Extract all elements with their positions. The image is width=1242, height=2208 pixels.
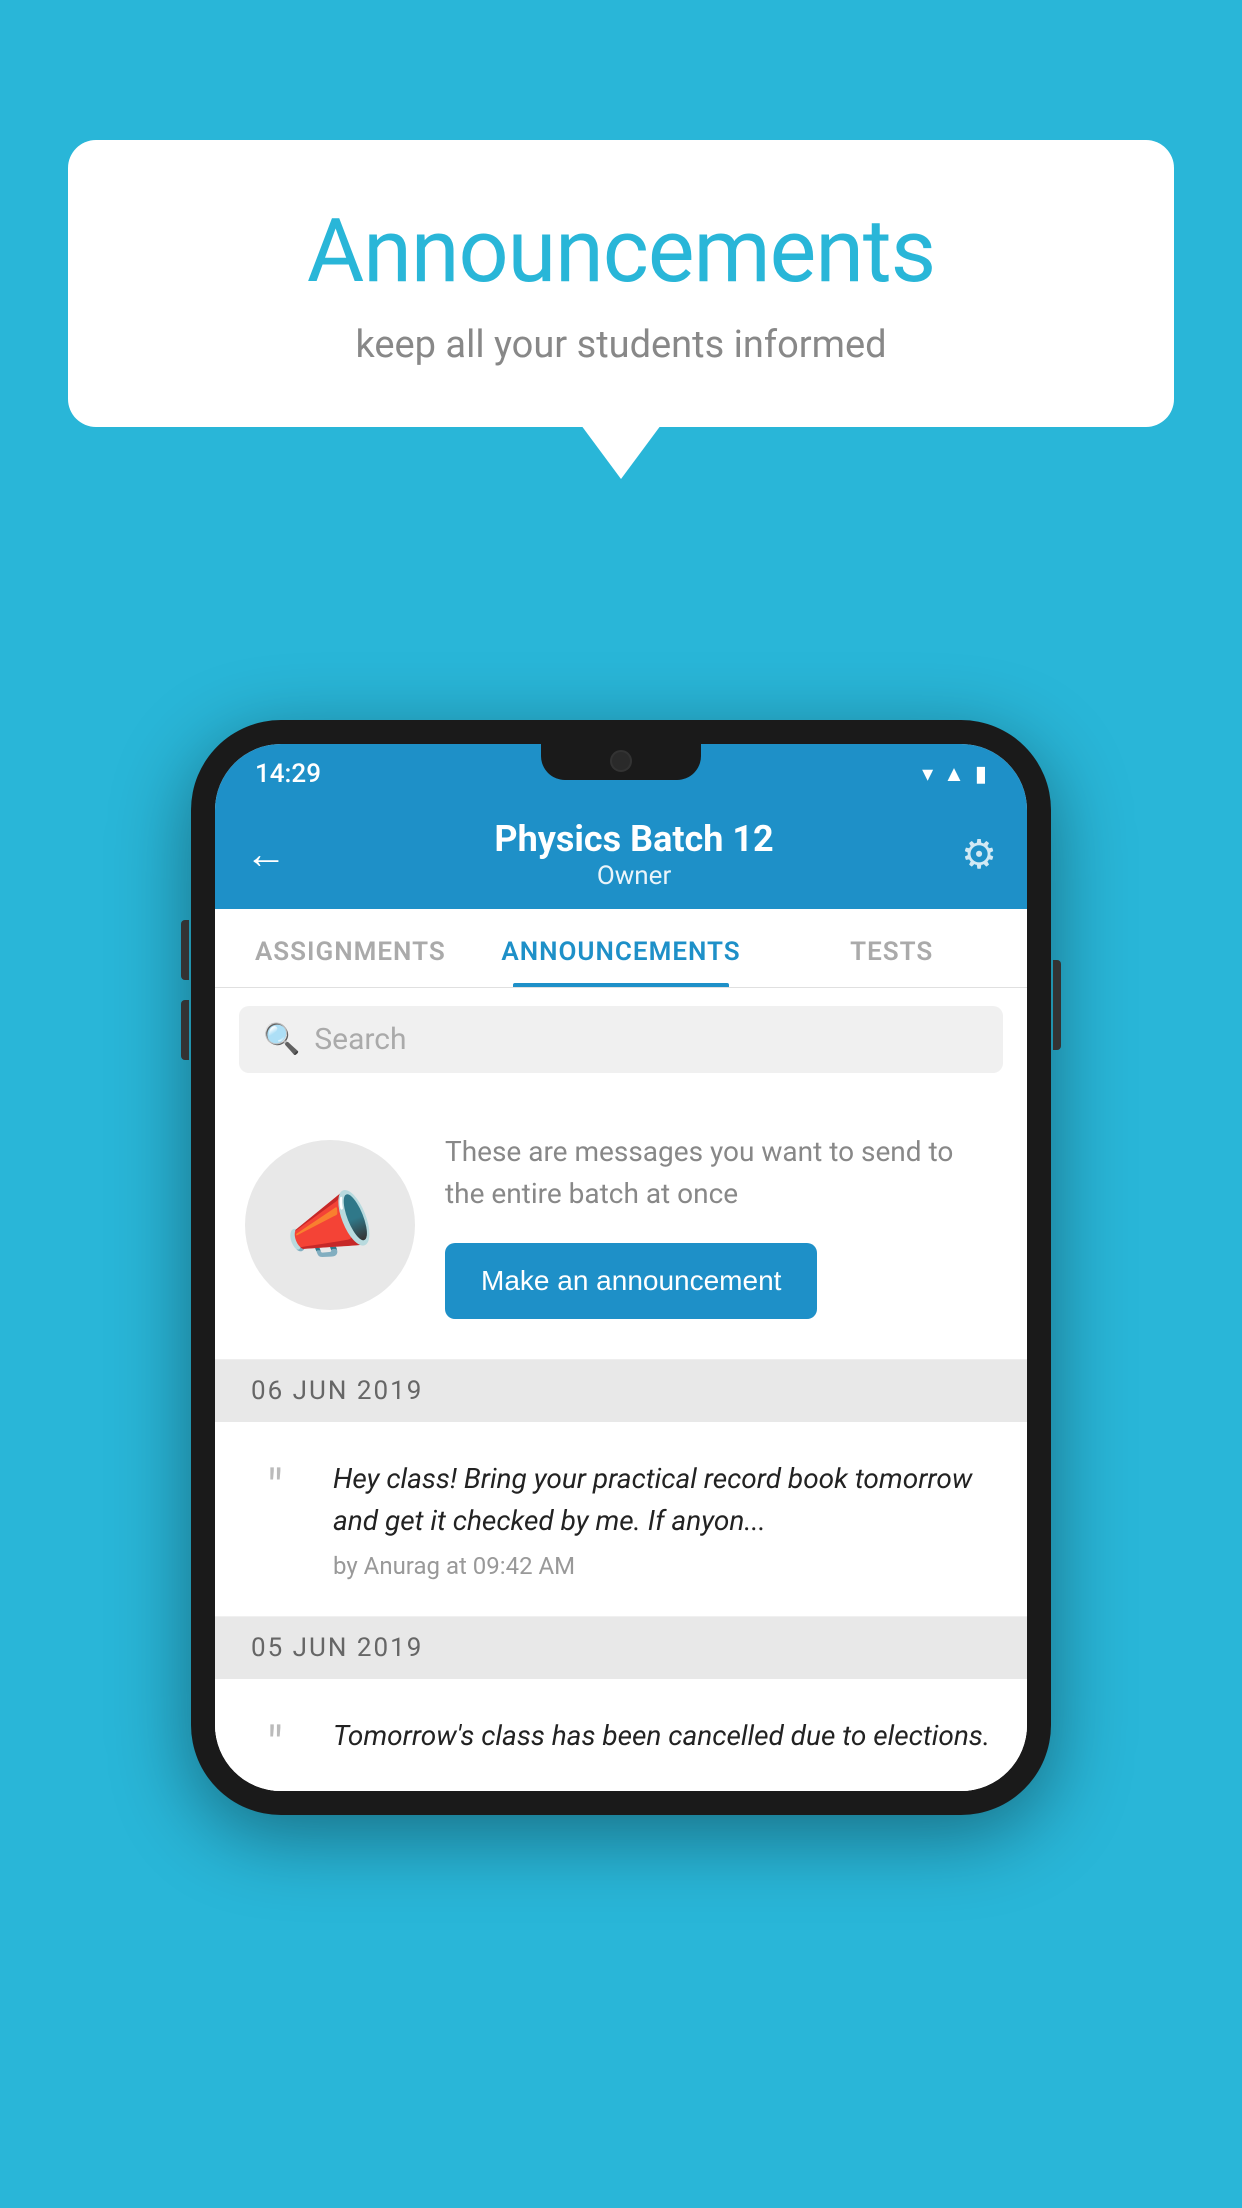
power-button bbox=[1053, 960, 1061, 1050]
quote-icon-1: " bbox=[245, 1464, 305, 1514]
announcement-item-2[interactable]: " Tomorrow's class has been cancelled du… bbox=[215, 1679, 1027, 1791]
search-placeholder: Search bbox=[314, 1022, 406, 1057]
announcement-message-2: Tomorrow's class has been cancelled due … bbox=[333, 1715, 997, 1757]
search-bar[interactable]: 🔍 Search bbox=[239, 1006, 1003, 1073]
megaphone-icon: 📣 bbox=[285, 1183, 375, 1268]
battery-icon: ▮ bbox=[975, 762, 987, 787]
app-bar: ← Physics Batch 12 Owner ⚙ bbox=[215, 800, 1027, 909]
bubble-title: Announcements bbox=[108, 200, 1134, 303]
app-bar-title-group: Physics Batch 12 Owner bbox=[307, 818, 961, 891]
date-separator-1: 06 JUN 2019 bbox=[215, 1360, 1027, 1422]
announcement-meta-1: by Anurag at 09:42 AM bbox=[333, 1552, 997, 1580]
promo-description: These are messages you want to send to t… bbox=[445, 1131, 997, 1215]
promo-right: These are messages you want to send to t… bbox=[445, 1131, 997, 1319]
megaphone-circle: 📣 bbox=[245, 1140, 415, 1310]
back-button[interactable]: ← bbox=[245, 830, 287, 879]
phone-outer: 14:29 ▾ ▲ ▮ ← Physics Batch 12 Owner ⚙ bbox=[191, 720, 1051, 1815]
tab-tests[interactable]: TESTS bbox=[756, 909, 1027, 987]
quote-icon-2: " bbox=[245, 1721, 305, 1771]
app-bar-subtitle: Owner bbox=[307, 861, 961, 891]
search-bar-wrapper: 🔍 Search bbox=[215, 988, 1027, 1091]
announcement-text-2: Tomorrow's class has been cancelled due … bbox=[333, 1715, 997, 1767]
phone-camera bbox=[610, 750, 632, 772]
speech-bubble-container: Announcements keep all your students inf… bbox=[68, 140, 1174, 427]
phone-mockup: 14:29 ▾ ▲ ▮ ← Physics Batch 12 Owner ⚙ bbox=[191, 720, 1051, 1815]
date-separator-2: 05 JUN 2019 bbox=[215, 1617, 1027, 1679]
announcement-item-1[interactable]: " Hey class! Bring your practical record… bbox=[215, 1422, 1027, 1617]
tabs-bar: ASSIGNMENTS ANNOUNCEMENTS TESTS bbox=[215, 909, 1027, 988]
announcement-text-1: Hey class! Bring your practical record b… bbox=[333, 1458, 997, 1580]
bubble-subtitle: keep all your students informed bbox=[108, 323, 1134, 367]
speech-bubble: Announcements keep all your students inf… bbox=[68, 140, 1174, 427]
wifi-icon: ▾ bbox=[922, 762, 933, 787]
search-icon: 🔍 bbox=[263, 1022, 300, 1057]
announcement-message-1: Hey class! Bring your practical record b… bbox=[333, 1458, 997, 1542]
promo-card: 📣 These are messages you want to send to… bbox=[215, 1091, 1027, 1360]
tab-announcements[interactable]: ANNOUNCEMENTS bbox=[486, 909, 757, 987]
volume-button-2 bbox=[181, 1000, 189, 1060]
status-icons: ▾ ▲ ▮ bbox=[922, 761, 987, 787]
make-announcement-button[interactable]: Make an announcement bbox=[445, 1243, 817, 1319]
tab-assignments[interactable]: ASSIGNMENTS bbox=[215, 909, 486, 987]
phone-screen: 14:29 ▾ ▲ ▮ ← Physics Batch 12 Owner ⚙ bbox=[215, 744, 1027, 1791]
settings-icon[interactable]: ⚙ bbox=[961, 831, 997, 878]
app-bar-title: Physics Batch 12 bbox=[307, 818, 961, 861]
status-time: 14:29 bbox=[255, 759, 321, 789]
volume-button-1 bbox=[181, 920, 189, 980]
signal-icon: ▲ bbox=[943, 761, 965, 787]
content-area: 🔍 Search 📣 These are messages you want t… bbox=[215, 988, 1027, 1791]
phone-notch bbox=[541, 744, 701, 780]
